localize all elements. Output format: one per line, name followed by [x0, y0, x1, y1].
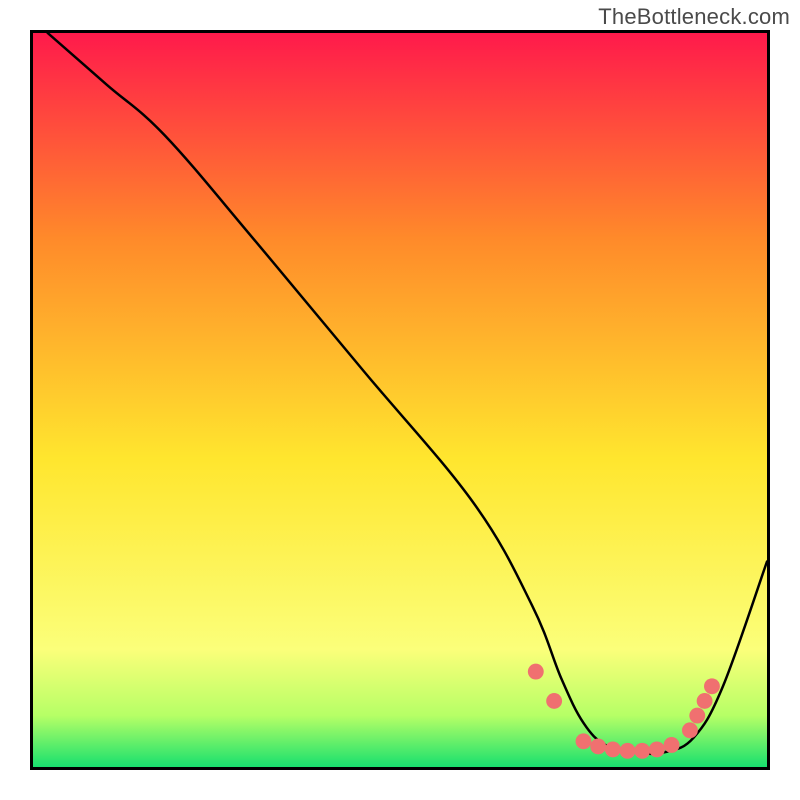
watermark-text: TheBottleneck.com — [598, 4, 790, 30]
trough-dot — [682, 722, 698, 738]
trough-dot — [664, 737, 680, 753]
trough-dot — [649, 741, 665, 757]
trough-dot — [634, 743, 650, 759]
trough-dot — [704, 678, 720, 694]
chart-frame: TheBottleneck.com — [0, 0, 800, 800]
trough-dot — [620, 743, 636, 759]
trough-dot — [689, 708, 705, 724]
trough-dot — [697, 693, 713, 709]
trough-dot — [590, 739, 606, 755]
trough-dot — [546, 693, 562, 709]
trough-dot — [576, 733, 592, 749]
plot-area — [30, 30, 770, 770]
trough-dot — [528, 664, 544, 680]
chart-svg — [33, 33, 767, 767]
gradient-background — [33, 33, 767, 767]
trough-dot — [605, 741, 621, 757]
